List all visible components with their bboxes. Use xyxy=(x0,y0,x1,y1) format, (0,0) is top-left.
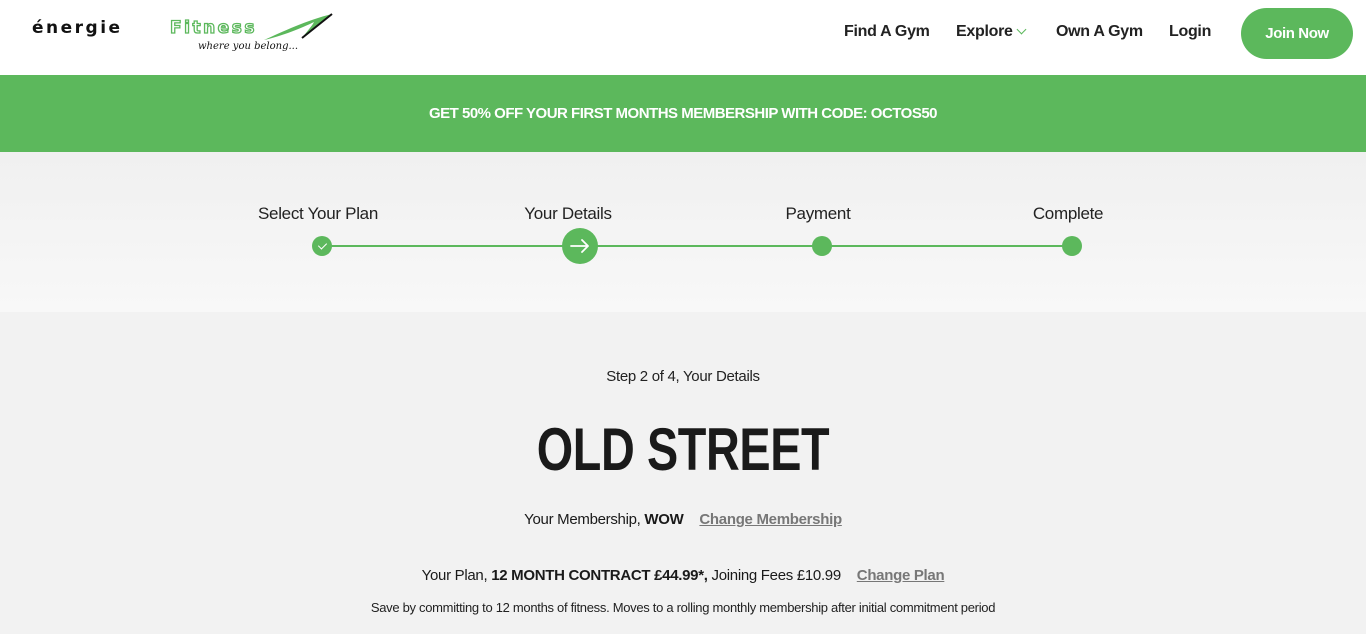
step-label-your-details: Your Details xyxy=(524,204,612,223)
nav-own-a-gym[interactable]: Own A Gym xyxy=(1056,23,1143,41)
check-icon xyxy=(317,240,327,250)
plan-row: Your Plan, 12 MONTH CONTRACT £44.99*, Jo… xyxy=(0,567,1366,584)
plan-note: Save by committing to 12 months of fitne… xyxy=(370,600,996,615)
logo-word-energie: énergie xyxy=(32,18,123,38)
nav-explore-label: Explore xyxy=(956,23,1013,40)
join-now-button[interactable]: Join Now xyxy=(1241,8,1353,59)
promo-banner: GET 50% OFF YOUR FIRST MONTHS MEMBERSHIP… xyxy=(0,75,1366,152)
step-dot-complete-final xyxy=(1062,236,1082,256)
change-plan-link[interactable]: Change Plan xyxy=(857,567,945,584)
nav-find-a-gym[interactable]: Find A Gym xyxy=(844,23,930,41)
energie-fitness-logo[interactable]: énergie Fitness where you belong... xyxy=(32,12,337,58)
step-dot-complete xyxy=(312,236,332,256)
step-dot-payment xyxy=(812,236,832,256)
details-main: Step 2 of 4, Your Details OLD STREET You… xyxy=(0,312,1366,634)
logo-tagline: where you belong... xyxy=(198,41,298,52)
joining-fees: Joining Fees £10.99 xyxy=(711,567,842,584)
membership-row: Your Membership, WOW Change Membership xyxy=(0,511,1366,528)
plan-value: 12 MONTH CONTRACT £44.99*, xyxy=(491,567,708,584)
change-membership-link[interactable]: Change Membership xyxy=(699,511,842,528)
membership-value: WOW xyxy=(644,511,684,528)
promo-text: GET 50% OFF YOUR FIRST MONTHS MEMBERSHIP… xyxy=(428,105,938,122)
nav-explore[interactable]: Explore xyxy=(956,23,1027,41)
membership-label: Your Membership, xyxy=(524,511,641,528)
step-counter: Step 2 of 4, Your Details xyxy=(606,368,760,385)
step-label-select-plan: Select Your Plan xyxy=(258,204,378,223)
step-dot-current xyxy=(562,228,598,264)
step-label-payment: Payment xyxy=(785,204,851,223)
site-header: énergie Fitness where you belong... Find… xyxy=(0,0,1366,75)
nav-login[interactable]: Login xyxy=(1169,23,1211,41)
logo-word-fitness: Fitness xyxy=(169,17,257,38)
progress-line xyxy=(322,245,1072,247)
chevron-down-icon xyxy=(1016,24,1027,35)
step-label-complete: Complete xyxy=(1032,204,1104,223)
progress-steps: Select Your Plan Your Details Payment Co… xyxy=(0,152,1366,312)
arrow-right-icon xyxy=(570,239,589,253)
logo-swoosh-icon xyxy=(264,13,333,40)
plan-label: Your Plan, xyxy=(421,567,488,584)
gym-name-heading: OLD STREET xyxy=(536,416,830,483)
